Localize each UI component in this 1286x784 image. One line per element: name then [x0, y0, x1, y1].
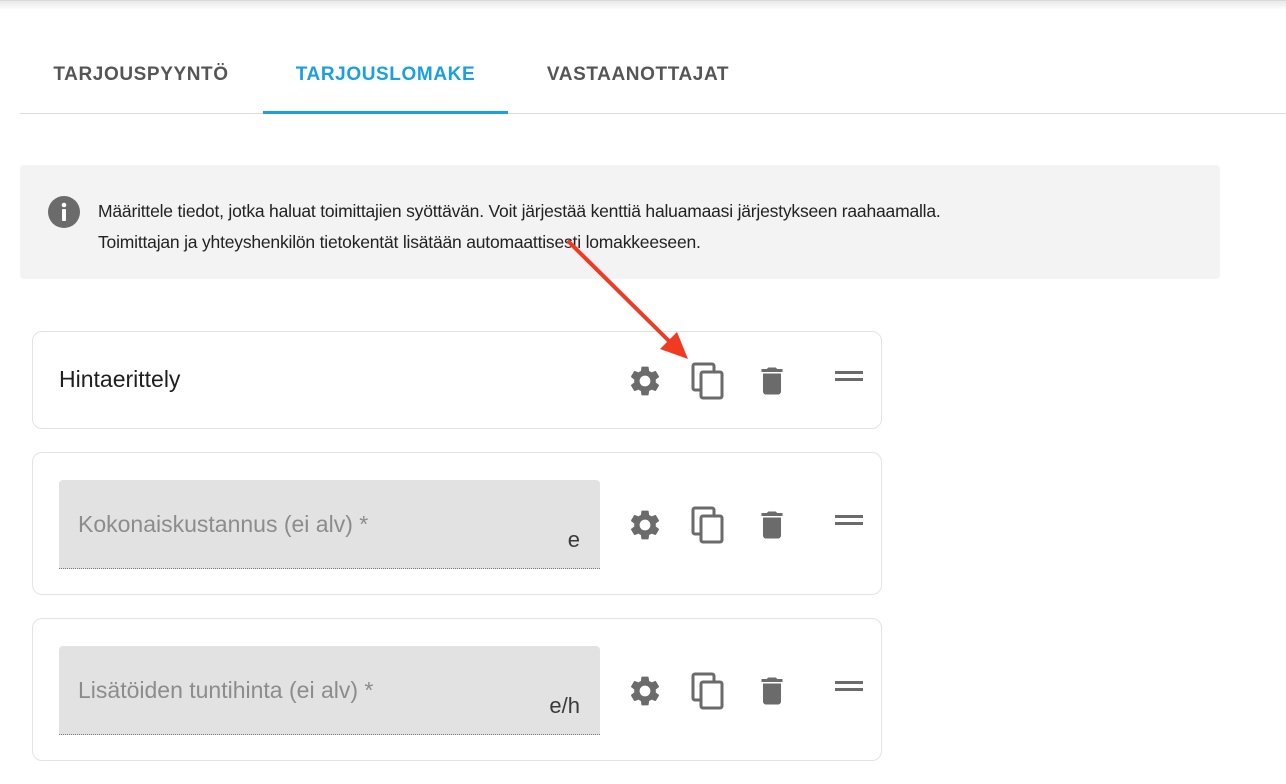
- tab-bar: TARJOUSPYYNTÖ TARJOUSLOMAKE VASTAANOTTAJ…: [20, 36, 1286, 114]
- copy-icon[interactable]: [689, 671, 729, 711]
- gear-icon[interactable]: [625, 361, 665, 401]
- drag-handle-icon[interactable]: [829, 666, 869, 706]
- top-edge: [0, 0, 1286, 1]
- info-line-1: Määrittele tiedot, jotka haluat toimitta…: [98, 201, 941, 221]
- info-line-2: Toimittajan ja yhteyshenkilön tietokentä…: [98, 232, 701, 252]
- info-icon: [48, 196, 80, 228]
- form-card-field: Lisätöiden tuntihinta (ei alv) * e/h: [32, 618, 882, 761]
- form-card-field: Kokonaiskustannus (ei alv) * e: [32, 452, 882, 595]
- trash-icon[interactable]: [752, 505, 792, 545]
- trash-icon[interactable]: [752, 361, 792, 401]
- tab-vastaanottajat[interactable]: VASTAANOTTAJAT: [509, 36, 767, 113]
- card-title: Hintaerittely: [59, 366, 181, 392]
- gear-icon[interactable]: [625, 671, 665, 711]
- top-shadow: [0, 0, 1286, 10]
- info-box: Määrittele tiedot, jotka haluat toimitta…: [20, 165, 1220, 279]
- tab-tarjouslomake[interactable]: TARJOUSLOMAKE: [263, 36, 508, 114]
- copy-icon[interactable]: [689, 505, 729, 545]
- drag-handle-icon[interactable]: [829, 500, 869, 540]
- drag-handle-icon[interactable]: [829, 356, 869, 396]
- kokonaiskustannus-field[interactable]: Kokonaiskustannus (ei alv) * e: [59, 480, 600, 569]
- tab-tarjouspyynto[interactable]: TARJOUSPYYNTÖ: [20, 36, 262, 113]
- field-suffix: e/h: [549, 693, 580, 718]
- field-label: Kokonaiskustannus (ei alv) *: [78, 511, 369, 537]
- lisatoiden-tuntihinta-field[interactable]: Lisätöiden tuntihinta (ei alv) * e/h: [59, 646, 600, 735]
- gear-icon[interactable]: [625, 505, 665, 545]
- field-label: Lisätöiden tuntihinta (ei alv) *: [78, 677, 374, 703]
- form-card-heading: Hintaerittely: [32, 331, 882, 429]
- field-suffix: e: [567, 527, 580, 552]
- info-text: Määrittele tiedot, jotka haluat toimitta…: [98, 196, 1198, 258]
- copy-icon[interactable]: [689, 361, 729, 401]
- trash-icon[interactable]: [752, 671, 792, 711]
